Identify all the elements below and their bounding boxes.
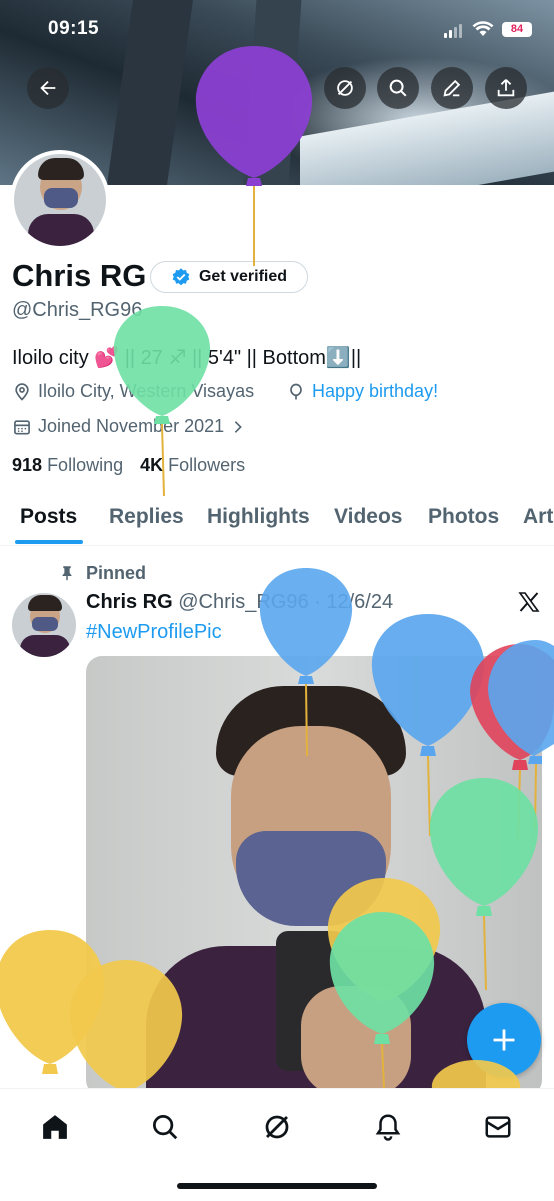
nav-messages[interactable] [478, 1107, 518, 1147]
battery-icon: 84 [502, 21, 532, 37]
pinned-label: Pinned [86, 563, 147, 583]
pin-icon [62, 566, 72, 581]
profile-bio: Iloilo city 💕 || 27 ♐ || 5'4" || Bottom⬇… [12, 347, 362, 369]
signal-icon [444, 20, 464, 38]
post-author-avatar[interactable] [12, 593, 76, 657]
get-verified-label: Get verified [198, 268, 288, 285]
active-tab-indicator [15, 540, 83, 544]
calendar-icon [14, 419, 30, 434]
chevron-right-icon [234, 420, 242, 433]
nav-home[interactable] [35, 1107, 75, 1147]
tab-posts[interactable]: Posts [20, 505, 77, 529]
share-icon [497, 79, 515, 97]
bottom-nav [0, 1088, 554, 1201]
birthday-row[interactable]: Happy birthday! [286, 381, 438, 402]
tab-articles[interactable]: Art [523, 505, 553, 529]
search-icon [389, 79, 407, 97]
search-button[interactable] [377, 67, 419, 109]
following-count: 918 [12, 455, 43, 475]
grok-icon [265, 1115, 289, 1139]
tab-replies[interactable]: Replies [109, 505, 184, 529]
search-icon [153, 1115, 178, 1140]
x-logo-icon[interactable] [517, 590, 541, 614]
post-handle-date: @Chris_RG96 · 12/6/24 [178, 591, 394, 613]
joined-date[interactable]: Joined November 2021 [12, 416, 246, 437]
profile-avatar[interactable] [10, 150, 110, 250]
home-indicator [177, 1183, 377, 1189]
profile-tabs: Posts Replies Highlights Videos Photos A… [0, 497, 554, 546]
messages-icon [485, 1116, 511, 1138]
wifi-icon [472, 21, 494, 36]
follow-counts: 918 Following 4K Followers [12, 455, 245, 476]
get-verified-button[interactable]: Get verified [150, 261, 308, 293]
status-time: 09:15 [48, 18, 100, 39]
grok-icon [337, 80, 353, 96]
tab-photos[interactable]: Photos [428, 505, 499, 529]
share-button[interactable] [485, 67, 527, 109]
edit-icon [443, 79, 461, 97]
followers-label: Followers [168, 455, 246, 475]
post-author-name[interactable]: Chris RG [86, 591, 173, 613]
joined-text: Joined November 2021 [38, 416, 225, 436]
plus-icon [493, 1029, 515, 1051]
nav-notifications[interactable] [368, 1107, 408, 1147]
location-text: Iloilo City, Western Visayas [38, 381, 255, 401]
nav-search[interactable] [145, 1107, 185, 1147]
followers-count: 4K [140, 455, 164, 475]
compose-button[interactable] [467, 1003, 541, 1077]
tab-highlights[interactable]: Highlights [207, 505, 310, 529]
profile-location: Iloilo City, Western Visayas [12, 381, 254, 402]
nav-grok[interactable] [257, 1107, 297, 1147]
following-label: Following [47, 455, 124, 475]
back-arrow-icon [40, 80, 56, 96]
home-icon [43, 1115, 67, 1139]
notifications-icon [375, 1114, 401, 1141]
followers-link[interactable]: 4K Followers [140, 455, 245, 475]
post-hashtag[interactable]: #NewProfilePic [86, 621, 222, 644]
balloon-icon [290, 383, 302, 399]
location-pin-icon [15, 382, 29, 401]
profile-handle: @Chris_RG96 [12, 299, 143, 321]
verified-badge-icon [172, 268, 190, 286]
edit-button[interactable] [431, 67, 473, 109]
following-link[interactable]: 918 Following [12, 455, 123, 475]
grok-button[interactable] [324, 67, 366, 109]
back-button[interactable] [27, 67, 69, 109]
profile-name: Chris RG [12, 258, 147, 293]
tab-videos[interactable]: Videos [334, 505, 402, 529]
birthday-link[interactable]: Happy birthday! [312, 381, 438, 402]
status-icons: 84 [444, 20, 532, 38]
post-header: Chris RG @Chris_RG96 · 12/6/24 [86, 591, 393, 614]
